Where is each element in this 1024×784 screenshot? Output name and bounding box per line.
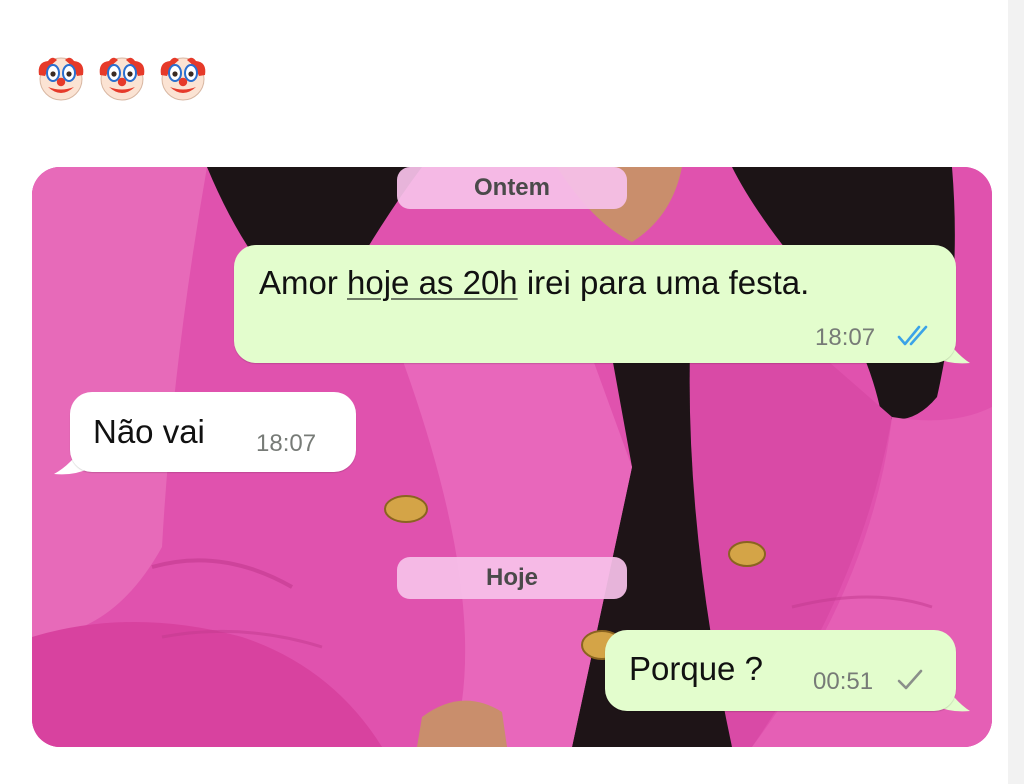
date-separator-label: Ontem	[473, 174, 550, 201]
date-separator-label: Hoje	[485, 564, 538, 591]
message-time: 18:07	[815, 324, 876, 351]
message-time: 18:07	[256, 430, 317, 457]
date-separator-today: Hoje	[397, 557, 627, 599]
chat-screenshot: Ontem Amor hoje as 20h irei para uma fes…	[32, 167, 992, 747]
message-outgoing[interactable]: Amor hoje as 20h irei para uma festa. 18…	[234, 245, 956, 363]
date-time-link[interactable]: hoje as 20h	[347, 264, 518, 301]
emoji-reaction-row	[35, 52, 209, 102]
post-view: Ontem Amor hoje as 20h irei para uma fes…	[0, 0, 1024, 784]
message-text: Amor hoje as 20h irei para uma festa.	[259, 264, 810, 301]
clown-face-icon	[160, 57, 206, 101]
clown-face-icon	[38, 57, 84, 101]
message-outgoing[interactable]: Porque ? 00:51	[605, 630, 956, 711]
message-time: 00:51	[813, 668, 874, 695]
message-incoming[interactable]: Não vai 18:07	[70, 392, 356, 472]
message-text: Não vai	[93, 413, 205, 450]
sent-check-icon	[897, 669, 923, 690]
read-receipt-icon	[897, 325, 928, 346]
date-separator-yesterday: Ontem	[397, 167, 627, 209]
clown-face-icon	[99, 57, 145, 101]
message-text: Porque ?	[629, 650, 763, 687]
scroll-edge	[1008, 0, 1024, 784]
